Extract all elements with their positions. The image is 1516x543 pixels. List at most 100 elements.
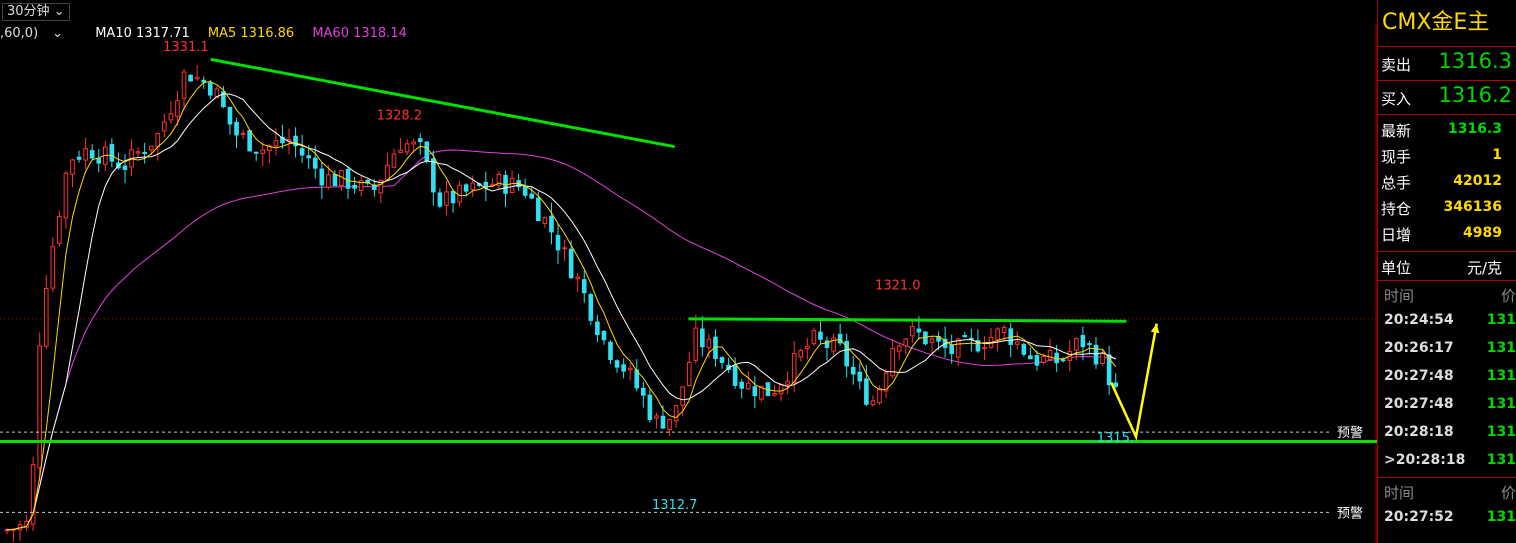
candle-body (63, 172, 69, 219)
candle-body (640, 387, 646, 396)
ma10-legend: MA10 1317.71 (95, 26, 190, 41)
candle-body (1080, 335, 1086, 348)
candle-body (647, 394, 653, 420)
ma-param-label[interactable]: ,60,0) ⌄ (0, 26, 77, 41)
candle-body (391, 153, 397, 168)
candle-body (995, 328, 1000, 341)
candle-body (542, 217, 548, 224)
candle-body (76, 156, 82, 160)
candle-body (273, 140, 279, 147)
candle-body (614, 360, 620, 368)
candle-body (555, 234, 561, 251)
candle-body (608, 341, 613, 361)
stat-value: 1316.3 (1447, 121, 1502, 137)
candle-body (89, 150, 95, 159)
candle-body (962, 335, 968, 338)
stat-label: 日增 (1381, 226, 1412, 244)
buy-price: 1316.2 (1438, 83, 1512, 107)
candle-body (1014, 341, 1020, 345)
stat-row-open-interest: 持仓 346136 (1378, 195, 1516, 221)
candle-body (463, 184, 469, 192)
candle-body (1093, 344, 1099, 365)
period-selector[interactable]: 30分钟 ⌄ (2, 3, 70, 21)
candle-body (903, 338, 909, 347)
candle-body (148, 145, 154, 151)
candle-body (142, 152, 147, 155)
candle-body (306, 155, 311, 159)
price-annotation: 1315. (1097, 431, 1134, 446)
labels-group: 预警预警1331.11328.21321.01312.71315. (163, 40, 1363, 521)
candles-group (4, 65, 1118, 543)
price-annotation: 1312.7 (652, 498, 698, 513)
quote-panel: CMX金E主 卖出 1316.3 买入 1316.2 最新 1316.3 现手 … (1377, 0, 1516, 543)
candle-body (857, 371, 863, 382)
candle-body (30, 464, 36, 525)
candle-body (818, 331, 823, 340)
chevron-down-icon: ⌄ (53, 4, 65, 19)
unit-value: 元/克 (1466, 259, 1502, 277)
candle-body (96, 158, 102, 164)
ma10-line-group (6, 93, 1116, 531)
candle-body (155, 133, 161, 148)
candle-body (188, 74, 193, 82)
chart-toolbar: 30分钟 ⌄ (0, 0, 1377, 24)
candle-body (43, 287, 49, 347)
candle-body (916, 328, 922, 333)
stat-row-daily-change: 日增 4989 (1378, 221, 1516, 247)
list-item: 20:27:52 131 (1384, 509, 1516, 525)
stat-row-current-hand: 现手 1 (1378, 143, 1516, 169)
ma60-legend: MA60 1318.14 (312, 26, 407, 41)
candle-body (424, 141, 430, 161)
list-item: 20:28:18 131 (1384, 424, 1516, 440)
candle-body (739, 381, 745, 389)
forecast-arrow (1110, 323, 1158, 441)
candle-body (207, 82, 213, 96)
ticks-list[interactable]: 20:24:54 131 20:26:17 131 20:27:48 131 20:2… (1378, 307, 1516, 475)
candle-body (1001, 327, 1007, 334)
candle-body (470, 182, 476, 190)
candle-body (955, 338, 961, 358)
candle-body (227, 106, 233, 125)
candle-body (581, 279, 587, 294)
candle-body (732, 365, 738, 386)
candle-body (752, 386, 758, 397)
candle-body (437, 192, 443, 207)
candle-body (693, 327, 699, 361)
candle-body (680, 386, 685, 406)
candle-body (536, 197, 541, 222)
sell-row: 卖出 1316.3 (1378, 47, 1516, 81)
candle-body (1113, 382, 1118, 387)
candle-body (168, 113, 174, 121)
alert-label: 预警 (1337, 505, 1363, 521)
candle-body (621, 364, 626, 372)
candle-body (1087, 343, 1092, 346)
buy-row: 买入 1316.2 (1378, 81, 1516, 115)
stat-value: 1 (1492, 147, 1502, 163)
stat-label: 总手 (1381, 174, 1412, 192)
ma10-line (6, 93, 1116, 531)
candle-body (1100, 353, 1105, 364)
overlay-group (0, 57, 1377, 513)
candlestick-chart[interactable]: 预警预警1331.11328.21321.01312.71315. (0, 24, 1377, 543)
candle-body (57, 216, 62, 244)
candle-body (909, 326, 915, 337)
candle-body (122, 165, 128, 170)
stat-row-volume: 总手 42012 (1378, 169, 1516, 195)
candle-body (1028, 355, 1033, 360)
candle-body (181, 71, 187, 99)
candle-body (877, 388, 882, 404)
sell-price: 1316.3 (1438, 49, 1512, 73)
candle-body (352, 184, 357, 189)
candle-body (332, 174, 338, 187)
price-annotation: 1321.0 (875, 278, 921, 293)
stat-value: 4989 (1463, 225, 1502, 241)
candle-body (791, 352, 797, 384)
candle-body (654, 415, 659, 419)
ma60-line-group (6, 149, 1116, 531)
candle-body (404, 143, 410, 153)
list-item: 20:27:48 131 (1384, 396, 1516, 412)
candle-body (601, 330, 607, 341)
stat-row-latest: 最新 1316.3 (1378, 117, 1516, 143)
ticks-time-header: 时间 (1384, 287, 1415, 305)
candle-body (319, 168, 325, 186)
